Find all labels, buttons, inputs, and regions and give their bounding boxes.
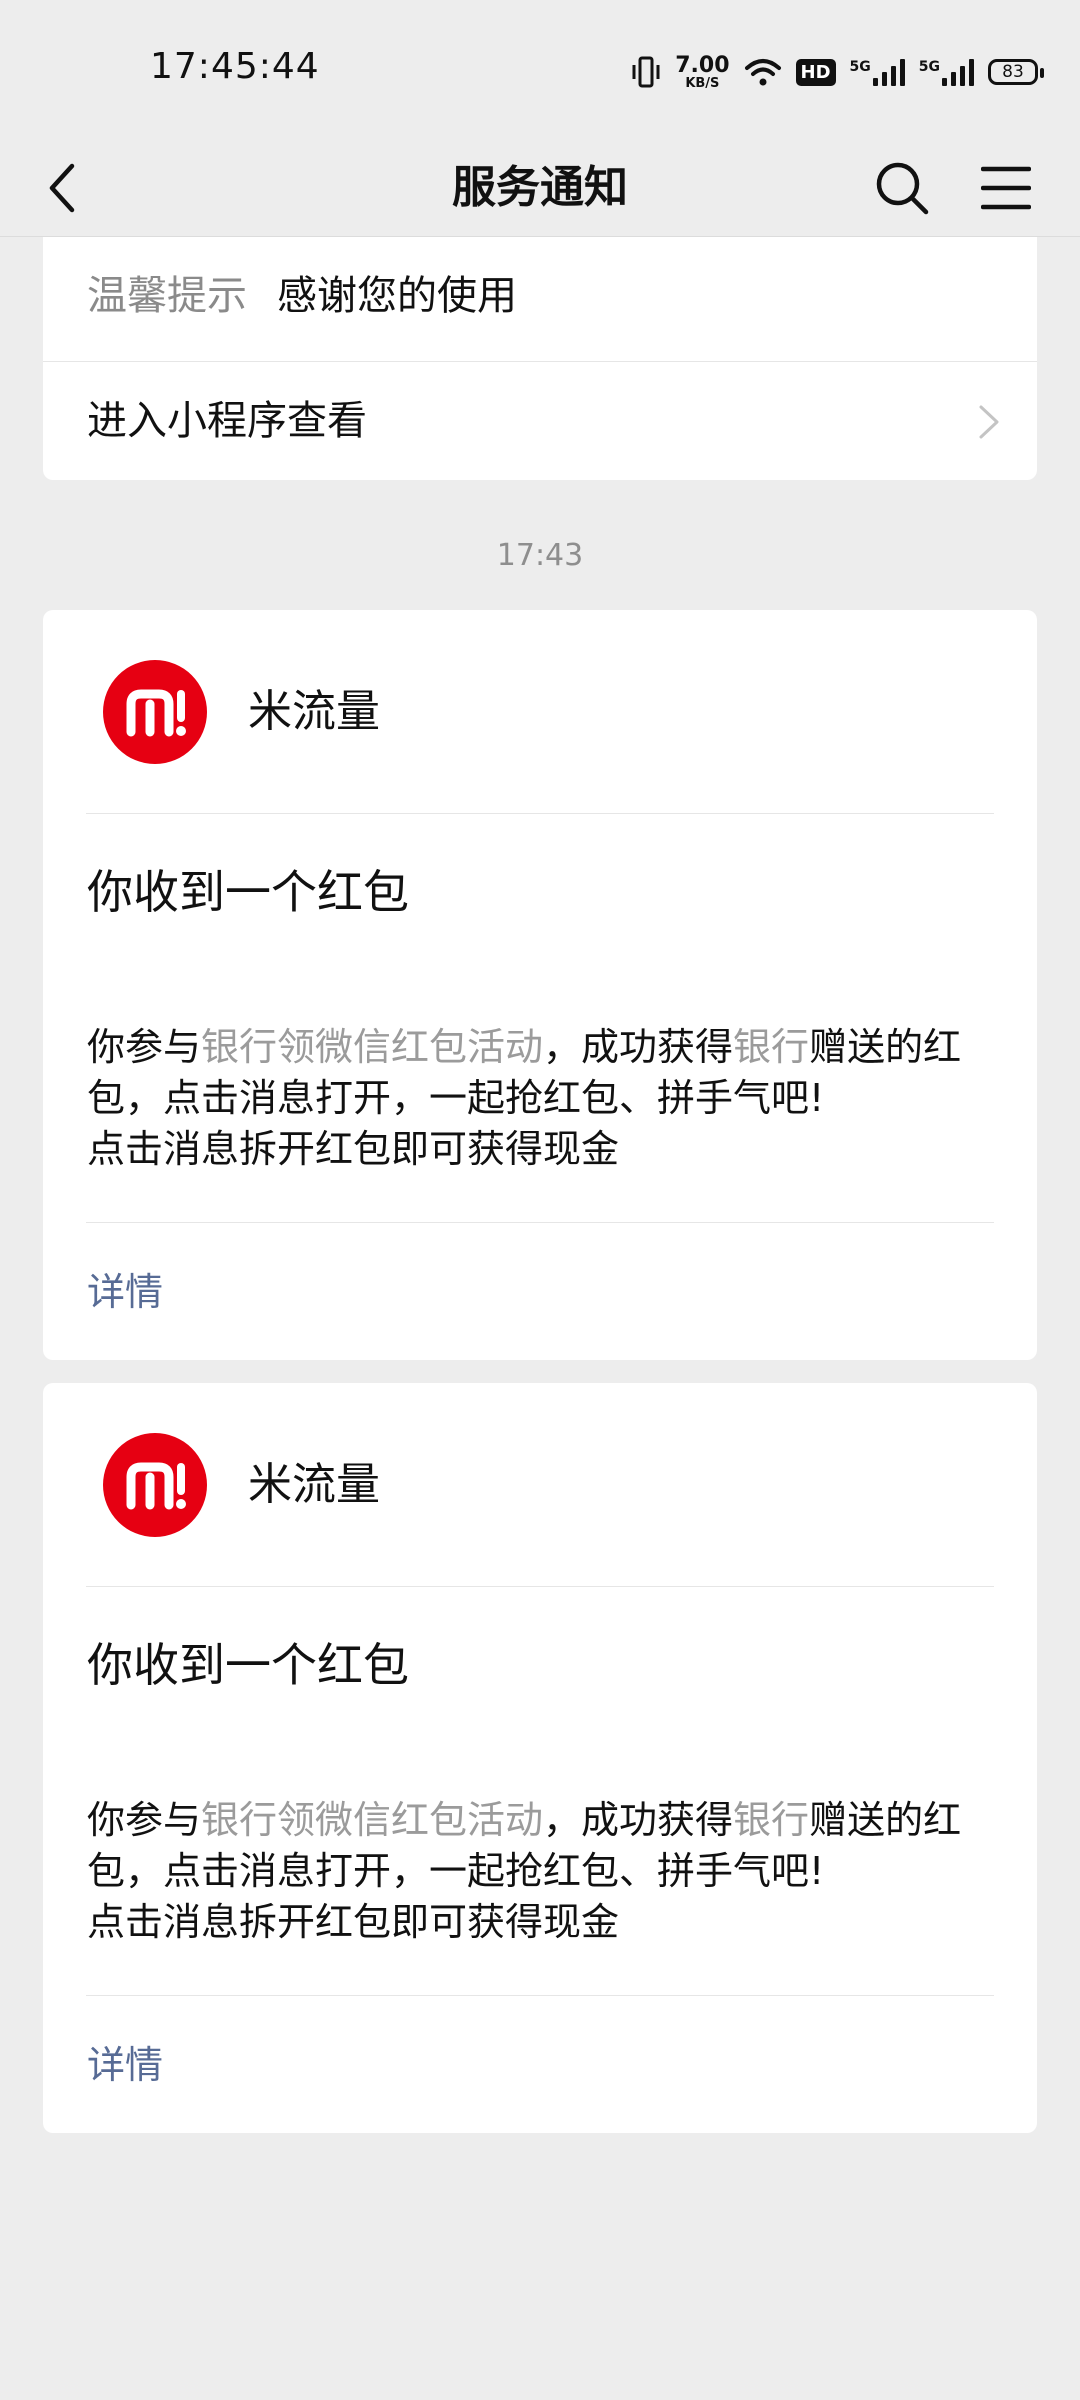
search-button[interactable] (864, 150, 940, 226)
hd-icon: HD (795, 58, 836, 86)
message-timestamp: 17:43 (496, 538, 584, 573)
avatar (103, 1433, 207, 1537)
wifi-icon (744, 57, 782, 87)
menu-icon (981, 166, 1031, 210)
tip-label: 温馨提示 (87, 273, 247, 319)
message-title: 你收到一个红包 (87, 865, 409, 919)
message-body: 你参与银行领微信红包活动，成功获得银行赠送的红包，点击消息打开，一起抢红包、拼手… (87, 1798, 962, 1944)
message-header[interactable]: 米流量 (43, 610, 1037, 813)
divider (86, 1995, 994, 1996)
detail-link[interactable]: 详情 (87, 1250, 163, 1334)
battery-icon: 83 (988, 59, 1044, 85)
sender-name: 米流量 (248, 686, 380, 737)
open-mini-program-link[interactable]: 进入小程序查看 (43, 362, 1037, 480)
avatar (103, 660, 207, 764)
status-bar: 17:45:44 7.00 KB/S HD 5G 5G 83 (0, 0, 1080, 140)
tip-row: 温馨提示 感谢您的使用 (87, 257, 517, 327)
chevron-right-icon (979, 405, 999, 439)
nav-bar: 服务通知 (0, 140, 1080, 236)
message-card[interactable]: 米流量 你收到一个红包 你参与银行领微信红包活动，成功获得银行赠送的红包，点击消… (43, 1383, 1037, 2133)
message-title: 你收到一个红包 (87, 1638, 409, 1692)
back-button[interactable] (28, 150, 98, 226)
divider (86, 813, 994, 814)
divider (86, 1586, 994, 1587)
signal-icon: 5G (919, 58, 974, 86)
status-time: 17:45:44 (150, 46, 320, 87)
sender-name: 米流量 (248, 1459, 380, 1510)
vibrate-icon (631, 55, 661, 89)
open-mini-program-label: 进入小程序查看 (87, 398, 367, 444)
chevron-left-icon (49, 163, 75, 213)
mi-logo-icon (126, 689, 186, 737)
mi-logo-icon (126, 1462, 186, 1510)
message-card[interactable]: 米流量 你收到一个红包 你参与银行领微信红包活动，成功获得银行赠送的红包，点击消… (43, 610, 1037, 1360)
message-body: 你参与银行领微信红包活动，成功获得银行赠送的红包，点击消息打开，一起抢红包、拼手… (87, 1025, 962, 1171)
message-header[interactable]: 米流量 (43, 1383, 1037, 1586)
previous-message-card: 温馨提示 感谢您的使用 进入小程序查看 (43, 237, 1037, 480)
tip-value: 感谢您的使用 (277, 273, 517, 319)
detail-link[interactable]: 详情 (87, 2023, 163, 2107)
status-icons: 7.00 KB/S HD 5G 5G 83 (631, 50, 1044, 94)
menu-button[interactable] (968, 150, 1044, 226)
search-icon (876, 162, 929, 215)
net-speed: 7.00 KB/S (675, 52, 730, 91)
signal-icon: 5G (850, 58, 905, 86)
divider (86, 1222, 994, 1223)
